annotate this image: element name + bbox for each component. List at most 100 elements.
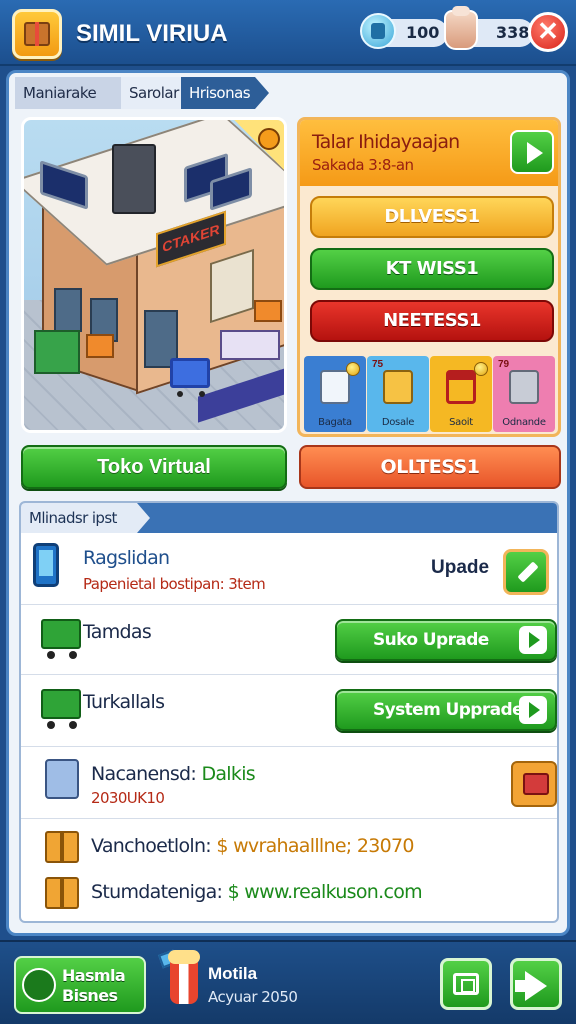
- machine-icon: [45, 759, 79, 799]
- quest-card: Talar Ihidayaajan Sakada 3:8-an DLLVESS1…: [297, 117, 561, 437]
- suko-upgrade-button[interactable]: Suko Uprade: [335, 619, 557, 661]
- green-register-icon: [41, 619, 81, 659]
- tab-sarolar[interactable]: Sarolar: [121, 77, 181, 109]
- row-title: Nacanensd: Dalkis: [91, 763, 256, 785]
- play-icon: [527, 142, 543, 164]
- list-item: Stumdateniga: $ www.realkuson.com: [21, 871, 557, 921]
- item-tile-bagata[interactable]: Bagata: [304, 356, 366, 432]
- resource2-value: 338: [496, 23, 530, 42]
- pen-icon: [517, 561, 539, 583]
- arrow-right-icon: [515, 971, 547, 1001]
- orange-crate: [254, 300, 282, 322]
- button-label: System Upprade: [373, 700, 524, 720]
- tile-number: 79: [498, 359, 510, 370]
- film-icon: [453, 973, 479, 995]
- toolbox-button[interactable]: [511, 761, 557, 807]
- system-upgrade-button[interactable]: System Upprade: [335, 689, 557, 731]
- info-tab[interactable]: Mlinadsr ipst: [21, 503, 150, 533]
- popcorn-icon: [383, 370, 413, 404]
- tab-bar: Maniarake Sarolar Hrisonas: [15, 77, 269, 109]
- produce-bins: [220, 330, 280, 360]
- list-item: Vanchoetloln: $ wvrahaalllne; 23070: [21, 819, 557, 871]
- button-label: Suko Uprade: [373, 630, 489, 650]
- option-yellow-button[interactable]: DLLVESS1: [310, 196, 554, 238]
- option-red-button[interactable]: NEETESS1: [310, 300, 554, 342]
- coin-icon: [346, 362, 360, 376]
- store-window: [54, 288, 82, 332]
- green-display-crate: [34, 330, 80, 374]
- option-green-button[interactable]: KT WISS1: [310, 248, 554, 290]
- close-button[interactable]: ✕: [528, 12, 568, 52]
- info-panel: Mlinadsr ipst Ragslidan Papenietal bosti…: [19, 501, 559, 923]
- info-label: Stumdateniga:: [91, 881, 223, 903]
- business-label: Hasmla Bisnes: [62, 966, 126, 1006]
- business-label-line2: Bisnes: [62, 986, 118, 1005]
- popcorn-icon: [168, 950, 200, 1004]
- tab-maniarake[interactable]: Maniarake: [15, 77, 121, 109]
- bottom-bar: Hasmla Bisnes Motila Acyuar 2050: [0, 940, 576, 1024]
- gem-icon: [360, 13, 396, 49]
- list-item: Tamdas Suko Uprade: [21, 605, 557, 675]
- atm-machine: [112, 144, 156, 214]
- shop-badge-icon: [258, 128, 280, 150]
- update-label: Upade: [431, 557, 490, 578]
- row-title: Tamdas: [83, 621, 152, 643]
- list-item: Turkallals System Upprade: [21, 675, 557, 747]
- play-icon: [519, 626, 547, 654]
- item-tile-saoit[interactable]: Saoit: [430, 356, 492, 432]
- item-tile-dosale[interactable]: 75 Dosale: [367, 356, 429, 432]
- tab-hrisonas[interactable]: Hrisonas: [181, 77, 269, 109]
- resource1-value: 100: [406, 23, 440, 42]
- fryer-icon: [509, 370, 539, 404]
- next-button[interactable]: [510, 958, 562, 1010]
- row-subtitle: Papenietal bostipan: 3tem: [83, 575, 266, 593]
- tile-label: Odnande: [502, 417, 546, 428]
- shopping-cart-icon: [41, 689, 81, 729]
- info-link[interactable]: $ www.realkuson.com: [228, 881, 423, 903]
- quest-header: Talar Ihidayaajan Sakada 3:8-an: [300, 120, 558, 186]
- store-icon: [22, 968, 56, 1002]
- row-subtitle: 2030UK10: [91, 789, 165, 807]
- tile-label: Dosale: [381, 417, 415, 428]
- business-button[interactable]: Hasmla Bisnes: [14, 956, 146, 1014]
- coin-icon: [474, 362, 488, 376]
- orange-action-button[interactable]: OLLTESS1: [299, 445, 561, 489]
- main-panel: Maniarake Sarolar Hrisonas CTAKER Toko V…: [6, 70, 570, 936]
- phone-icon: [33, 543, 59, 587]
- cup-icon: [320, 370, 350, 404]
- box-icon: [45, 831, 79, 863]
- row-info-line: Vanchoetloln: $ wvrahaalllne; 23070: [91, 835, 414, 857]
- cart-icon: [446, 370, 476, 404]
- item-tile-odnande[interactable]: 79 Odnande: [493, 356, 555, 432]
- corner-ribbon: [230, 120, 284, 170]
- edit-button[interactable]: [503, 549, 549, 595]
- row-title: Turkallals: [83, 691, 165, 713]
- info-value: $ wvrahaalllne; 23070: [216, 835, 414, 857]
- list-item: Nacanensd: Dalkis 2030UK10: [21, 747, 557, 819]
- info-header: Mlinadsr ipst: [21, 503, 557, 533]
- row-info-line: Stumdateniga: $ www.realkuson.com: [91, 881, 423, 903]
- info-label: Vanchoetloln:: [91, 835, 212, 857]
- list-item: Ragslidan Papenietal bostipan: 3tem Upad…: [21, 533, 557, 605]
- tile-number: 75: [372, 359, 384, 370]
- shopping-cart: [170, 358, 210, 397]
- row-title-label: Nacanensd:: [91, 763, 197, 785]
- mobile-subtitle: Acyuar 2050: [208, 988, 298, 1006]
- jar-icon: [444, 6, 478, 50]
- quest-title: Talar Ihidayaajan: [312, 131, 460, 153]
- tile-label: Saoit: [449, 417, 473, 428]
- orange-crate: [86, 334, 114, 358]
- quest-subtitle: Sakada 3:8-an: [312, 156, 414, 174]
- play-icon: [519, 696, 547, 724]
- media-button[interactable]: [440, 958, 492, 1010]
- app-title: SIMIL VIRIUA: [76, 20, 228, 47]
- tile-label: Bagata: [318, 417, 352, 428]
- business-label-line1: Hasmla: [62, 966, 126, 985]
- store-illustration[interactable]: CTAKER: [21, 117, 287, 433]
- row-title-highlight: Dalkis: [201, 763, 255, 785]
- mobile-title: Motila: [208, 964, 258, 983]
- box-icon: [45, 877, 79, 909]
- top-bar: SIMIL VIRIUA 100 338 ✕: [0, 0, 576, 66]
- toko-virtual-button[interactable]: Toko Virtual: [21, 445, 287, 489]
- quest-play-button[interactable]: [510, 130, 554, 174]
